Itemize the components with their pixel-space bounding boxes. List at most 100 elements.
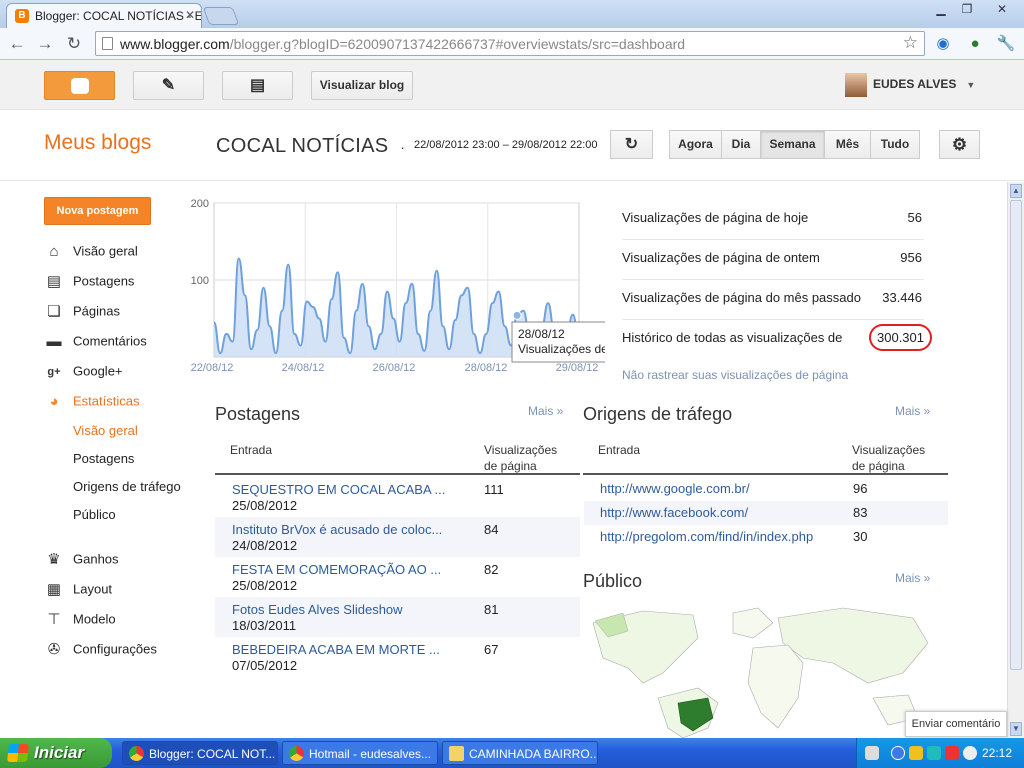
refresh-button[interactable]: ↻ [610, 130, 653, 159]
google-plus-icon: g+ [47, 366, 61, 378]
posts-header-divider [215, 473, 580, 475]
scroll-up-icon[interactable]: ▲ [1010, 184, 1022, 198]
list-item[interactable]: http://pregolom.com/find/in/index.php 30 [584, 525, 948, 549]
stat-row-yesterday: Visualizações de página de ontem 956 [622, 240, 924, 280]
minimize-icon[interactable]: ▁ [928, 1, 954, 18]
sidebar-sub-traffic[interactable]: Origens de tráfego [73, 479, 181, 494]
paint-roller-icon: ⊤ [47, 611, 61, 628]
posts-more-link[interactable]: Mais » [528, 404, 563, 418]
user-menu[interactable]: EUDES ALVES ▼ [845, 73, 975, 97]
volume-icon[interactable] [963, 746, 977, 760]
send-comment-button[interactable]: Enviar comentário [905, 711, 1007, 737]
network-icon[interactable] [927, 746, 941, 760]
blogger-home-button[interactable] [44, 71, 115, 100]
antivirus-icon[interactable] [945, 746, 959, 760]
table-row[interactable]: SEQUESTRO EM COCAL ACABA ... 25/08/2012 11… [215, 477, 580, 517]
sidebar-sub-overview[interactable]: Visão geral [73, 423, 138, 438]
new-tab-button[interactable] [202, 7, 240, 25]
stat-row-last-month: Visualizações de página do mês passado 33… [622, 280, 924, 320]
x-tick-label: 26/08/12 [373, 362, 416, 374]
list-item[interactable]: http://www.facebook.com/83 [584, 501, 948, 525]
windows-flag-icon [7, 744, 29, 762]
pageviews-chart[interactable]: 200100 22/08/12 24/08/12 26/08/12 28/08/12 2… [185, 195, 605, 375]
range-week-button[interactable]: Semana [760, 130, 825, 159]
do-not-track-link[interactable]: Não rastrear suas visualizações de págin… [622, 368, 848, 382]
address-bar[interactable]: www.blogger.com/blogger.g?blogID=6200907… [95, 31, 925, 56]
taskbar-item-hotmail[interactable]: Hotmail - eudesalves... [282, 741, 438, 765]
chrome-icon [129, 746, 144, 761]
sidebar-item-pages[interactable]: ❏ Páginas [44, 303, 120, 321]
posts-list-button[interactable]: ▤ [222, 71, 293, 100]
sidebar-item-earnings[interactable]: ♛ Ganhos [44, 551, 118, 569]
avatar [845, 73, 867, 97]
page-scrollbar[interactable]: ▲ ▼ [1007, 182, 1024, 738]
pie-chart-icon: ◕ [49, 393, 59, 410]
gear-icon: ⚙ [951, 135, 968, 154]
home-icon: ⌂ [49, 243, 59, 260]
browser-tab-blogger[interactable]: B Blogger: COCAL NOTÍCIAS - E ✕ [6, 3, 202, 28]
wrench-menu-icon[interactable]: 🔧 [996, 34, 1016, 54]
audience-more-link[interactable]: Mais » [895, 571, 930, 585]
view-blog-button[interactable]: Visualizar blog [311, 71, 413, 100]
table-row[interactable]: Instituto BrVox é acusado de coloc... 24/… [215, 517, 580, 557]
stat-row-today: Visualizações de página de hoje 56 [622, 200, 924, 240]
browser-toolbar: ← → ↻ www.blogger.com/blogger.g?blogID=6… [0, 28, 1024, 60]
bookmark-star-icon[interactable]: ☆ [903, 33, 918, 53]
range-day-button[interactable]: Dia [721, 130, 761, 159]
forward-icon[interactable]: → [34, 33, 56, 55]
range-all-button[interactable]: Tudo [870, 130, 920, 159]
traffic-more-link[interactable]: Mais » [895, 404, 930, 418]
chart-hover-point[interactable] [512, 310, 522, 320]
start-button[interactable]: Iniciar [0, 738, 112, 768]
traffic-col-entry: Entrada [598, 443, 641, 457]
sidebar-sub-audience[interactable]: Público [73, 507, 116, 522]
taskbar-item-folder[interactable]: CAMINHADA BAIRRO... [442, 741, 598, 765]
range-month-button[interactable]: Mês [824, 130, 871, 159]
shield-icon[interactable] [909, 746, 923, 760]
tooltip-date: 28/08/12 [518, 327, 565, 341]
list-item[interactable]: http://www.google.com.br/96 [584, 477, 948, 501]
scrollbar-thumb[interactable] [1010, 200, 1022, 670]
comment-icon: ▬ [46, 333, 62, 350]
posts-section-title: Postagens [215, 404, 301, 424]
sidebar-item-stats[interactable]: ◕ Estatísticas [44, 393, 139, 411]
sidebar-item-settings[interactable]: ✇ Configurações [44, 641, 157, 659]
traffic-col-views: Visualizações de página [852, 443, 926, 473]
windows-taskbar: Iniciar Blogger: COCAL NOT... Hotmail - … [0, 738, 1024, 768]
documents-icon: ▤ [249, 77, 266, 94]
scroll-down-icon[interactable]: ▼ [1010, 722, 1022, 736]
table-row[interactable]: FESTA EM COMEMORAÇÃO AO ... 25/08/2012 82 [215, 557, 580, 597]
close-window-icon[interactable]: ✕ [982, 1, 1022, 18]
range-now-button[interactable]: Agora [669, 130, 722, 159]
table-row[interactable]: BEBEDEIRA ACABA EM MORTE ... 07/05/2012 67 [215, 637, 580, 677]
sidebar: Nova postagem ⌂ Visão geral ▤ Postagens ❏ P… [0, 182, 185, 738]
sidebar-sub-posts[interactable]: Postagens [73, 451, 134, 466]
taskbar-item-blogger[interactable]: Blogger: COCAL NOT... [122, 741, 278, 765]
back-arrow-icon[interactable] [891, 746, 905, 760]
back-icon[interactable]: ← [6, 33, 28, 55]
layout-icon: ▦ [46, 581, 62, 598]
world-map[interactable] [583, 603, 931, 738]
sidebar-item-google-plus[interactable]: g+ Google+ [44, 363, 122, 381]
traffic-section-title: Origens de tráfego [583, 404, 733, 424]
restore-icon[interactable]: ❐ [954, 1, 980, 18]
close-tab-icon[interactable]: ✕ [185, 8, 195, 22]
globe-icon[interactable]: ● [965, 34, 985, 54]
x-tick-label: 22/08/12 [191, 362, 234, 374]
my-blogs-link[interactable]: Meus blogs [44, 131, 151, 155]
sidebar-item-template[interactable]: ⊤ Modelo [44, 611, 115, 629]
new-post-button[interactable]: Nova postagem [44, 197, 151, 225]
new-post-pencil-button[interactable]: ✎ [133, 71, 204, 100]
chart-tooltip: 28/08/12 Visualizações de página: 54 [511, 321, 605, 363]
sidebar-item-layout[interactable]: ▦ Layout [44, 581, 112, 599]
keyboard-icon[interactable] [865, 746, 879, 760]
reload-icon[interactable]: ↻ [63, 33, 85, 55]
sidebar-item-overview[interactable]: ⌂ Visão geral [44, 243, 137, 261]
wrench-icon: ✇ [47, 641, 61, 658]
extension-icon[interactable]: ◉ [933, 34, 953, 54]
table-row[interactable]: Fotos Eudes Alves Slideshow 18/03/2011 81 [215, 597, 580, 637]
sidebar-item-comments[interactable]: ▬ Comentários [44, 333, 147, 351]
settings-button[interactable]: ⚙ [939, 130, 980, 159]
sidebar-item-posts[interactable]: ▤ Postagens [44, 273, 135, 291]
clock: 22:12 [981, 746, 1012, 760]
